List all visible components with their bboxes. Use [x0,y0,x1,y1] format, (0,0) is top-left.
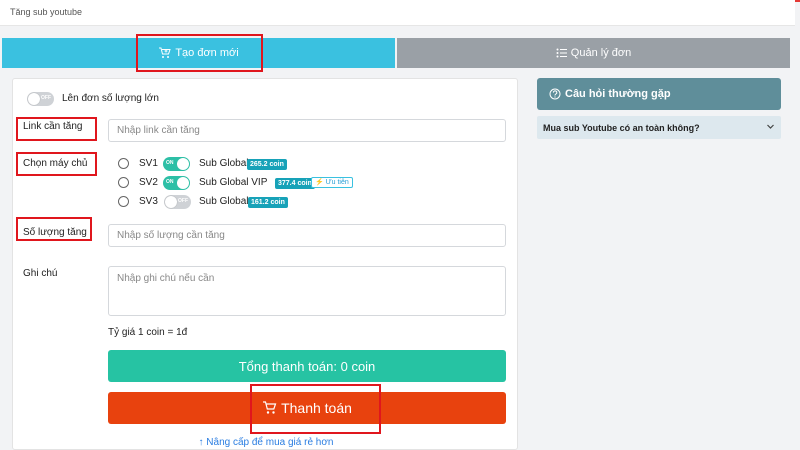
quantity-input[interactable] [108,224,506,247]
toggle-state: ON [166,179,174,185]
tab-create-order-label: Tạo đơn mới [175,47,239,59]
priority-badge: ⚡ Ưu tiên [311,177,353,188]
link-label: Link cần tăng [23,121,83,132]
exchange-rate: Tỷ giá 1 coin = 1đ [108,327,188,338]
faq-question: Mua sub Youtube có an toàn không? [543,122,700,133]
server-radio-sv3[interactable] [118,196,129,207]
server-code: SV1 [139,158,158,169]
server-code: SV2 [139,177,158,188]
list-icon [556,48,567,58]
price-badge: 265.2 coin [247,159,287,170]
toggle-knob [165,196,177,208]
total-payment-label: Tổng thanh toán: 0 coin [238,358,376,374]
price-badge: 377.4 coin [275,178,315,189]
link-input[interactable] [108,119,506,142]
arrow-up-icon: ↑ [198,437,204,448]
faq-header: Câu hỏi thường gặp [537,78,781,110]
bulk-order-toggle[interactable]: OFF [27,92,54,106]
order-form-card: OFF Lên đơn số lượng lớn Link cần tăng C… [12,78,518,450]
price-badge: 161.2 coin [248,197,288,208]
server-toggle-sv2[interactable]: ON [163,176,190,190]
tab-bar: Tạo đơn mới Quản lý đơn [2,38,790,68]
toggle-knob [177,177,189,189]
server-name: Sub Global [199,158,249,169]
total-payment-button[interactable]: Tổng thanh toán: 0 coin [108,350,506,382]
toggle-state: ON [166,160,174,166]
cart-icon [263,401,277,414]
page-title: Tăng sub youtube [10,7,83,17]
server-toggle-sv3[interactable]: OFF [164,195,191,209]
tab-create-order[interactable]: Tạo đơn mới [2,38,395,68]
upgrade-link-label: Nâng cấp để mua giá rẻ hơn [206,437,334,448]
pay-button-label: Thanh toán [281,400,352,416]
question-circle-icon [549,88,561,100]
toggle-state: OFF [178,198,188,204]
chevron-down-icon [767,124,774,129]
server-name: Sub Global [199,196,249,207]
server-toggle-sv1[interactable]: ON [163,157,190,171]
quantity-label: Số lượng tăng [23,227,87,238]
server-radio-sv2[interactable] [118,177,129,188]
pay-button[interactable]: Thanh toán [108,392,506,424]
faq-item[interactable]: Mua sub Youtube có an toàn không? [537,116,781,139]
server-radio-sv1[interactable] [118,158,129,169]
toggle-knob [28,93,40,105]
tab-manage-orders[interactable]: Quản lý đơn [397,38,790,68]
server-label: Chọn máy chủ [23,158,88,169]
cart-plus-icon [159,47,172,58]
note-textarea[interactable] [108,266,506,316]
server-code: SV3 [139,196,158,207]
bulk-order-label: Lên đơn số lượng lớn [62,93,159,104]
note-label: Ghi chú [23,268,58,279]
upgrade-link[interactable]: ↑ Nâng cấp để mua giá rẻ hơn [13,437,519,448]
server-name: Sub Global VIP [199,177,268,188]
toggle-state: OFF [41,95,51,101]
tab-manage-orders-label: Quản lý đơn [570,47,632,59]
page-header: Tăng sub youtube [0,0,795,26]
toggle-knob [177,158,189,170]
faq-title: Câu hỏi thường gặp [565,88,671,100]
